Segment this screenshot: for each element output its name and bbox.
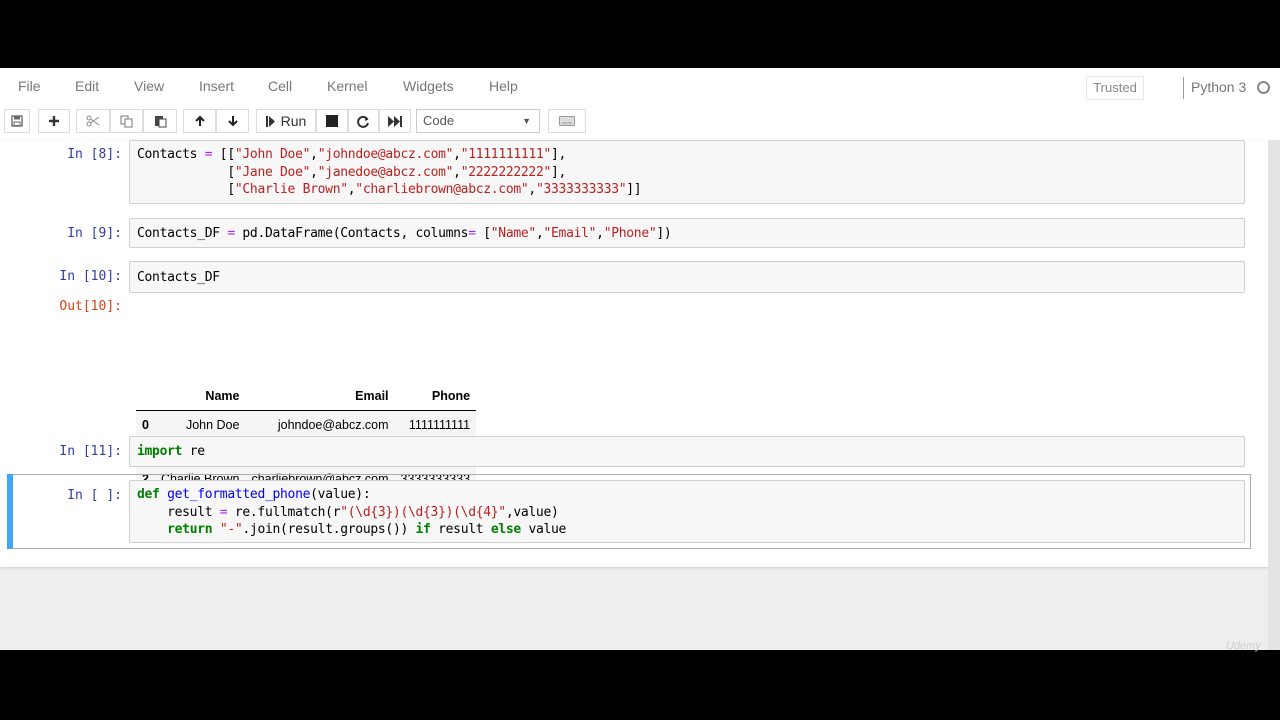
code-line: def get_formatted_phone(value):	[137, 487, 371, 502]
output-prompt: Out[10]:	[59, 299, 122, 314]
jupyter-notebook-app: File Edit View Insert Cell Kernel Widget…	[0, 68, 1280, 650]
cell-type-value: Code	[423, 113, 455, 128]
scissors-icon	[86, 115, 100, 127]
paste-icon	[154, 115, 166, 127]
cell-prompt: In [11]:	[59, 444, 122, 459]
plus-icon	[49, 116, 59, 126]
kernel-separator	[1183, 77, 1184, 99]
kernel-idle-indicator-icon	[1257, 81, 1270, 94]
run-button[interactable]: Run	[256, 109, 316, 133]
trusted-badge[interactable]: Trusted	[1086, 76, 1144, 100]
insert-cell-button[interactable]	[38, 109, 70, 133]
code-line: return "-".join(result.groups()) if resu…	[167, 522, 567, 537]
menu-bar: File Edit View Insert Cell Kernel Widget…	[0, 68, 1280, 106]
row-index: 0	[142, 417, 149, 432]
menu-kernel[interactable]: Kernel	[327, 78, 367, 94]
copy-icon	[120, 115, 133, 127]
cell-email: johndoe@abcz.com	[277, 417, 389, 432]
arrow-up-icon	[194, 115, 205, 126]
toolbar: Run Code ▼	[0, 106, 1280, 141]
column-header-name: Name	[154, 382, 246, 411]
cut-button[interactable]	[76, 109, 110, 133]
chevron-down-icon: ▼	[522, 116, 531, 126]
code-content: Contacts_DF	[137, 270, 220, 285]
table-header-row: Name Email Phone	[136, 382, 477, 411]
kernel-name[interactable]: Python 3	[1191, 79, 1246, 95]
code-line: Contacts = [["John Doe","johndoe@abcz.co…	[137, 147, 567, 162]
paste-button[interactable]	[143, 109, 177, 133]
notebook-container: In [8]: Contacts = [["John Doe","johndoe…	[0, 140, 1268, 567]
command-palette-button[interactable]	[548, 109, 586, 133]
run-all-button[interactable]	[379, 109, 411, 133]
save-button[interactable]	[4, 109, 30, 133]
menu-help[interactable]: Help	[489, 78, 518, 94]
column-header-email: Email	[245, 382, 395, 411]
move-up-button[interactable]	[183, 109, 216, 133]
code-cell-input[interactable]: Contacts_DF	[129, 261, 1245, 293]
cell-type-select[interactable]: Code ▼	[416, 109, 540, 133]
table-row: 0 John Doe johndoe@abcz.com 1111111111	[136, 410, 477, 438]
code-content: Contacts = [["John Doe","johndoe@abcz.co…	[137, 146, 642, 199]
active-cell-indicator	[7, 474, 13, 549]
copy-button[interactable]	[110, 109, 143, 133]
step-forward-icon	[265, 115, 275, 127]
cell-prompt: In [8]:	[67, 147, 122, 162]
move-down-button[interactable]	[216, 109, 249, 133]
menu-view[interactable]: View	[134, 78, 164, 94]
code-content: Contacts_DF = pd.DataFrame(Contacts, col…	[137, 226, 672, 241]
code-cell-input[interactable]: Contacts_DF = pd.DataFrame(Contacts, col…	[129, 218, 1245, 248]
menu-widgets[interactable]: Widgets	[403, 78, 454, 94]
cell-prompt: In [10]:	[59, 269, 122, 284]
menu-edit[interactable]: Edit	[75, 78, 99, 94]
cell-prompt: In [ ]:	[67, 488, 122, 503]
index-header	[136, 382, 155, 411]
restart-icon	[357, 115, 369, 128]
udemy-watermark: Udemy	[1226, 640, 1261, 652]
code-line: result = re.fullmatch(r"(\d{3})(\d{3})(\…	[137, 504, 559, 520]
column-header-phone: Phone	[394, 382, 477, 411]
restart-kernel-button[interactable]	[348, 109, 379, 133]
stop-icon	[326, 115, 338, 127]
save-icon	[11, 115, 23, 127]
menu-insert[interactable]: Insert	[199, 78, 234, 94]
interrupt-kernel-button[interactable]	[316, 109, 348, 133]
menu-file[interactable]: File	[18, 78, 41, 94]
code-line: ["Jane Doe","janedoe@abcz.com","22222222…	[137, 164, 567, 180]
scrollbar[interactable]	[1268, 140, 1280, 650]
keyboard-icon	[559, 116, 575, 126]
cell-phone: 1111111111	[408, 417, 471, 432]
code-content: import re	[137, 444, 205, 459]
code-line: ["Charlie Brown","charliebrown@abcz.com"…	[137, 182, 642, 197]
menu-cell[interactable]: Cell	[268, 78, 292, 94]
run-label: Run	[280, 113, 307, 129]
code-cell-input[interactable]: Contacts = [["John Doe","johndoe@abcz.co…	[129, 140, 1245, 204]
code-content: def get_formatted_phone(value): result =…	[137, 486, 566, 539]
fast-forward-icon	[388, 115, 402, 127]
cell-name: John Doe	[185, 417, 240, 432]
code-cell-input[interactable]: def get_formatted_phone(value): result =…	[129, 480, 1245, 543]
code-cell-input[interactable]: import re	[129, 436, 1245, 467]
arrow-down-icon	[227, 116, 238, 127]
cell-prompt: In [9]:	[67, 226, 122, 241]
